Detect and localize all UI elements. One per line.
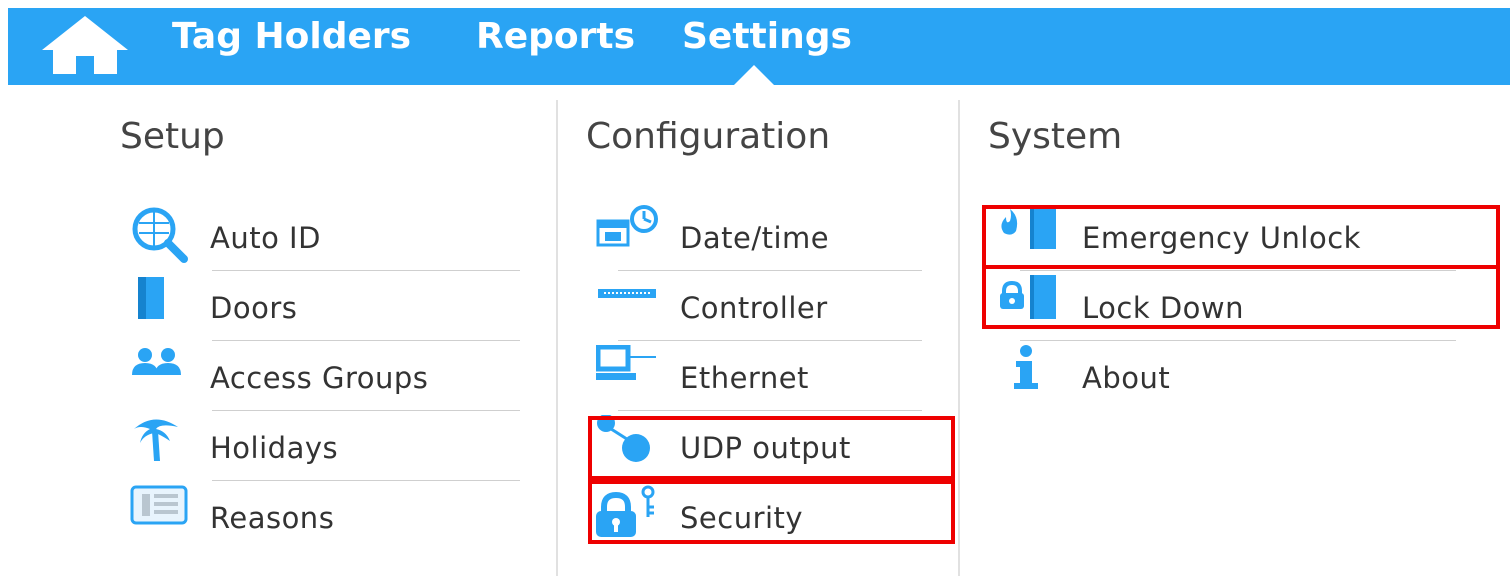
menu-item-reasons[interactable]: Reasons [130, 485, 520, 555]
setup-heading: Setup [120, 116, 225, 157]
menu-item-label: Auto ID [210, 221, 321, 255]
divider [212, 270, 520, 271]
controller-icon [598, 289, 656, 298]
menu-item-label: About [1082, 361, 1171, 395]
menu-item-ethernet[interactable]: Ethernet [596, 345, 922, 415]
highlight-box [588, 480, 955, 544]
divider [212, 410, 520, 411]
divider [618, 270, 922, 271]
menu-item-access-groups[interactable]: Access Groups [130, 345, 520, 415]
divider [1020, 340, 1456, 341]
users-icon [132, 348, 181, 375]
divider [212, 340, 520, 341]
menu-item-label: Access Groups [210, 361, 429, 395]
nav-tag-holders[interactable]: Tag Holders [172, 16, 411, 57]
nav-settings[interactable]: Settings [682, 16, 852, 57]
menu-item-holidays[interactable]: Holidays [130, 415, 520, 485]
ethernet-icon [596, 345, 656, 380]
menu-item-label: Holidays [210, 431, 339, 465]
calendar-clock-icon [596, 205, 658, 247]
menu-item-date-time[interactable]: Date/time [596, 205, 922, 275]
menu-item-label: Date/time [680, 221, 830, 255]
palm-tree-icon [134, 419, 178, 461]
column-divider [958, 100, 960, 576]
menu-item-label: Doors [210, 291, 298, 325]
auto-id-icon [132, 207, 188, 263]
dropdown-caret [732, 65, 776, 87]
divider [618, 410, 922, 411]
menu-item-about[interactable]: About [998, 345, 1458, 415]
door-icon [138, 277, 164, 319]
menu-item-doors[interactable]: Doors [130, 275, 520, 345]
list-icon [130, 485, 188, 525]
highlight-box [982, 205, 1500, 269]
system-heading: System [988, 116, 1123, 157]
menu-item-auto-id[interactable]: Auto ID [130, 205, 520, 275]
info-icon [1014, 345, 1038, 389]
divider [618, 340, 922, 341]
configuration-heading: Configuration [586, 116, 831, 157]
menu-item-label: Controller [680, 291, 828, 325]
highlight-box [588, 416, 955, 480]
column-divider [556, 100, 558, 576]
menu-item-label: Ethernet [680, 361, 809, 395]
menu-item-controller[interactable]: Controller [596, 275, 922, 345]
highlight-box [982, 265, 1500, 329]
home-icon[interactable] [38, 14, 132, 74]
nav-reports[interactable]: Reports [476, 16, 635, 57]
divider [212, 480, 520, 481]
menu-item-label: Reasons [210, 501, 335, 535]
